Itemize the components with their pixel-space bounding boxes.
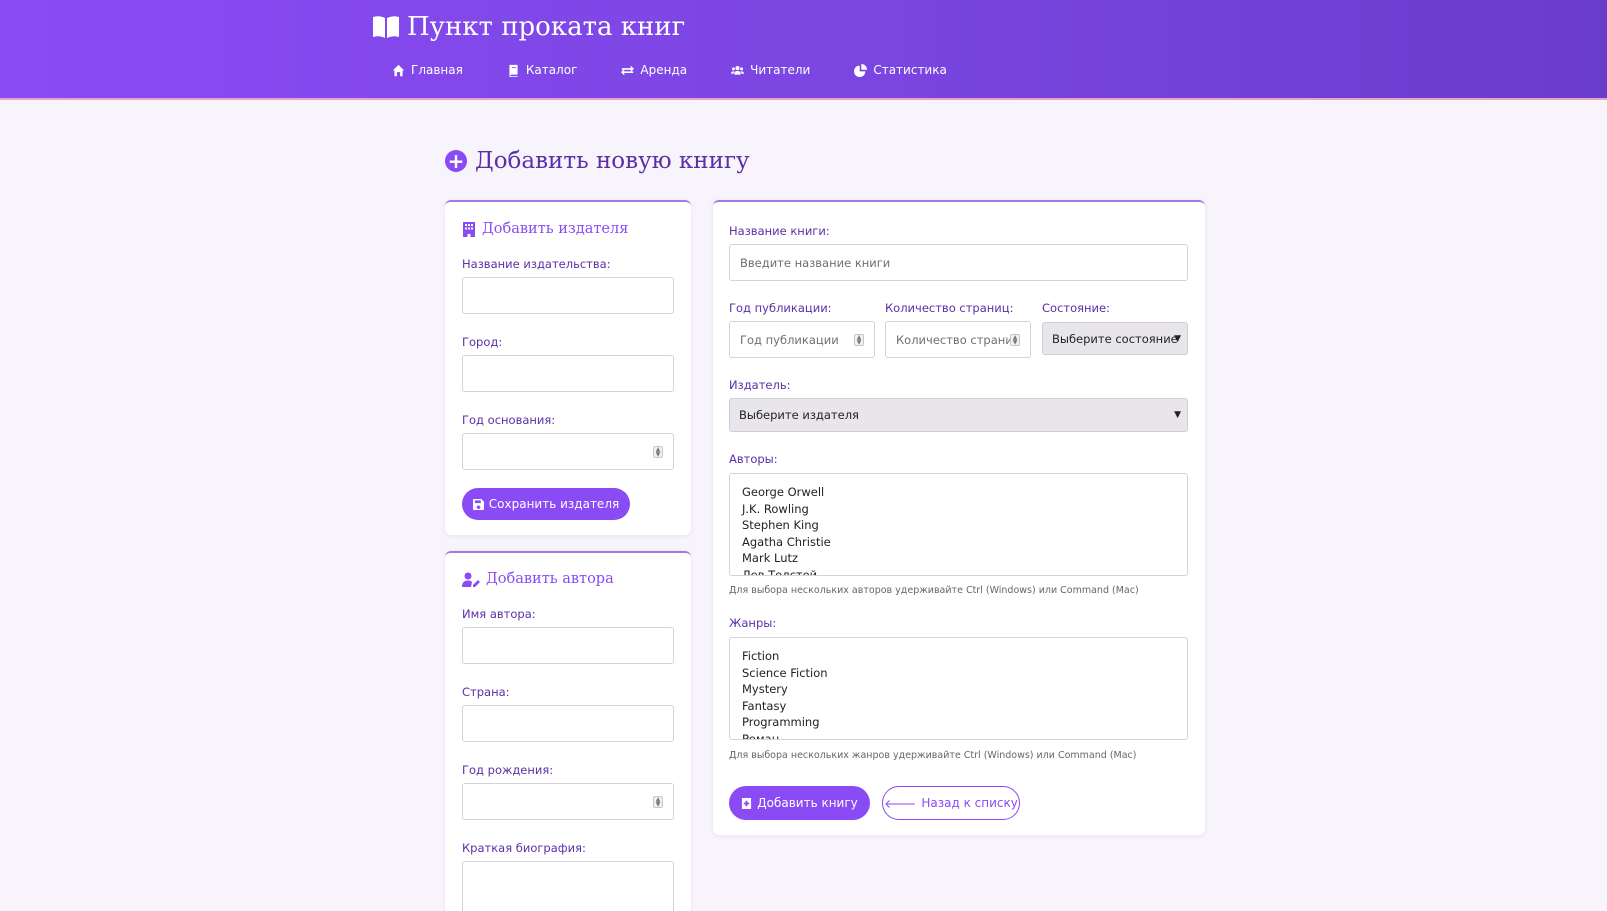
publisher-name-input[interactable]: [462, 277, 674, 314]
authors-hint: Для выбора нескольких авторов удерживайт…: [729, 585, 1139, 596]
year-label: Год публикации:: [729, 301, 832, 315]
list-item[interactable]: Stephen King: [742, 517, 1175, 534]
publisher-selected: Выберите издателя: [739, 408, 859, 422]
author-bio-textarea[interactable]: [462, 861, 674, 911]
number-spinner-icon[interactable]: ▲ ▼: [653, 795, 663, 808]
back-to-list-label: Назад к списку: [921, 796, 1018, 810]
floppy-disk-icon: [472, 498, 484, 510]
publisher-card-title-text: Добавить издателя: [482, 221, 629, 237]
number-spinner-icon[interactable]: ▲ ▼: [854, 333, 864, 346]
brand[interactable]: Пункт проката книг: [371, 12, 685, 42]
home-icon: [392, 64, 405, 76]
genres-hint: Для выбора нескольких жанров удерживайте…: [729, 750, 1137, 761]
pages-label: Количество страниц:: [885, 301, 1014, 315]
save-publisher-label: Сохранить издателя: [488, 497, 620, 511]
exchange-icon: [621, 65, 635, 75]
publisher-city-input[interactable]: [462, 355, 674, 392]
author-card-title: Добавить автора: [462, 571, 614, 587]
app-title: Пункт проката книг: [407, 12, 686, 42]
book-card: Название книги: Введите название книги Г…: [713, 200, 1205, 835]
page-title-text: Добавить новую книгу: [475, 148, 750, 174]
book-plus-icon: [742, 797, 752, 809]
condition-selected: Выберите состояние: [1052, 331, 1178, 346]
publisher-founded-input[interactable]: ▲ ▼: [462, 433, 674, 470]
authors-label: Авторы:: [729, 452, 778, 466]
nav-rent-label: Аренда: [640, 63, 688, 77]
number-spinner-icon[interactable]: ▲ ▼: [653, 445, 663, 458]
nav-item-stats[interactable]: Статистика: [854, 62, 947, 78]
publisher-select[interactable]: Выберите издателя ▼: [729, 398, 1188, 432]
publisher-city-label: Город:: [462, 335, 503, 349]
add-book-button[interactable]: Добавить книгу: [729, 786, 870, 820]
author-card: Добавить автора Имя автора: Страна: Год …: [445, 551, 691, 911]
author-country-label: Страна:: [462, 685, 510, 699]
book-icon: [509, 64, 518, 77]
author-birth-input[interactable]: ▲ ▼: [462, 783, 674, 820]
author-name-label: Имя автора:: [462, 607, 536, 621]
book-title-label: Название книги:: [729, 224, 830, 238]
list-item[interactable]: Mark Lutz: [742, 550, 1175, 567]
plus-circle-icon: +: [445, 150, 467, 172]
list-item[interactable]: Science Fiction: [742, 665, 1175, 682]
list-item[interactable]: Роман: [742, 731, 1175, 740]
authors-multiselect[interactable]: George Orwell J.K. Rowling Stephen King …: [729, 473, 1188, 576]
pages-input[interactable]: Количество страниц ▲ ▼: [885, 321, 1031, 358]
nav-readers-label: Читатели: [750, 63, 811, 77]
nav-item-rent[interactable]: Аренда: [621, 62, 687, 78]
user-edit-icon: [462, 572, 480, 587]
list-item[interactable]: George Orwell: [742, 484, 1175, 501]
pie-chart-icon: [854, 63, 868, 77]
users-icon: [731, 65, 745, 75]
condition-select[interactable]: Выберите состояние ▼: [1042, 322, 1188, 355]
condition-label: Состояние:: [1042, 301, 1110, 315]
number-spinner-icon[interactable]: ▲ ▼: [1010, 333, 1020, 346]
list-item[interactable]: Fiction: [742, 648, 1175, 665]
publisher-card-title: Добавить издателя: [462, 221, 628, 237]
page-title: + Добавить новую книгу: [445, 148, 750, 174]
book-title-input[interactable]: Введите название книги: [729, 244, 1188, 281]
year-placeholder: Год публикации: [740, 332, 839, 347]
publisher-founded-label: Год основания:: [462, 413, 556, 427]
author-name-input[interactable]: [462, 627, 674, 664]
list-item[interactable]: Fantasy: [742, 698, 1175, 715]
nav-item-readers[interactable]: Читатели: [731, 62, 810, 78]
building-icon: [463, 221, 475, 237]
save-publisher-button[interactable]: Сохранить издателя: [462, 488, 630, 520]
author-bio-label: Краткая биография:: [462, 841, 586, 855]
top-header: Пункт проката книг Главная Каталог Аренд…: [0, 0, 1607, 100]
arrow-left-icon: 🡐: [884, 796, 917, 811]
list-item[interactable]: J.K. Rowling: [742, 501, 1175, 518]
list-item[interactable]: Лев Толстой: [742, 567, 1175, 576]
author-card-title-text: Добавить автора: [486, 571, 614, 587]
publisher-card: Добавить издателя Название издательства:…: [445, 200, 691, 535]
publisher-name-label: Название издательства:: [462, 257, 611, 271]
chevron-down-icon: ▼: [1174, 410, 1181, 420]
genres-label: Жанры:: [729, 616, 777, 630]
list-item[interactable]: Agatha Christie: [742, 534, 1175, 551]
list-item[interactable]: Programming: [742, 714, 1175, 731]
back-to-list-button[interactable]: 🡐 Назад к списку: [882, 786, 1020, 820]
author-country-input[interactable]: [462, 705, 674, 742]
nav-home-label: Главная: [411, 63, 463, 77]
year-input[interactable]: Год публикации ▲ ▼: [729, 321, 875, 358]
genres-multiselect[interactable]: Fiction Science Fiction Mystery Fantasy …: [729, 637, 1188, 740]
open-book-icon: [373, 16, 399, 38]
nav-stats-label: Статистика: [873, 63, 947, 77]
nav-item-catalog[interactable]: Каталог: [507, 62, 578, 78]
publisher-label: Издатель:: [729, 378, 791, 392]
main-nav: Главная Каталог Аренда Читатели Статисти…: [392, 62, 991, 78]
list-item[interactable]: Mystery: [742, 681, 1175, 698]
pages-placeholder: Количество страниц: [896, 332, 1011, 347]
add-book-label: Добавить книгу: [757, 796, 858, 810]
chevron-down-icon: ▼: [1174, 333, 1181, 344]
author-birth-label: Год рождения:: [462, 763, 554, 777]
nav-catalog-label: Каталог: [525, 63, 578, 77]
nav-item-home[interactable]: Главная: [392, 62, 463, 78]
